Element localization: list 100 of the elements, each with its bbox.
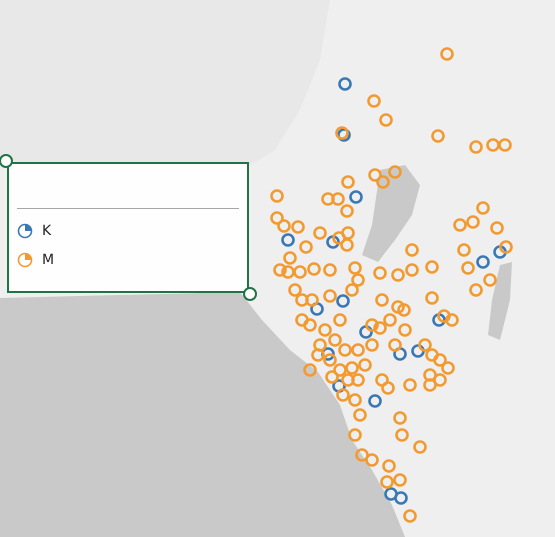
map-marker <box>490 221 504 235</box>
map-marker <box>341 175 355 189</box>
map-marker <box>359 325 373 339</box>
map-marker <box>328 333 342 347</box>
map-marker <box>367 94 381 108</box>
map-marker <box>277 219 291 233</box>
map-marker <box>341 373 355 387</box>
map-marker <box>381 381 395 395</box>
map-marker <box>348 393 362 407</box>
map-marker <box>413 440 427 454</box>
map-marker <box>325 370 339 384</box>
map-marker <box>351 273 365 287</box>
map-marker <box>270 189 284 203</box>
map-marker <box>383 313 397 327</box>
map-marker <box>332 231 346 245</box>
map-marker <box>380 475 394 489</box>
map-marker <box>398 323 412 337</box>
map-marker <box>466 215 480 229</box>
map-marker <box>393 411 407 425</box>
map-marker <box>431 129 445 143</box>
map-marker <box>338 77 352 91</box>
map-marker <box>353 408 367 422</box>
map-marker <box>321 347 335 361</box>
map-marker <box>457 243 471 257</box>
legend-label: K <box>42 222 52 238</box>
map-marker <box>323 263 337 277</box>
map-marker <box>273 263 287 277</box>
map-marker <box>336 388 350 402</box>
map-marker <box>345 283 359 297</box>
map-marker <box>469 283 483 297</box>
map-marker <box>432 313 446 327</box>
map-marker <box>303 363 317 377</box>
map-marker <box>270 211 284 225</box>
map-marker <box>433 353 447 367</box>
map-marker <box>305 293 319 307</box>
map-marker <box>493 245 507 259</box>
map-marker <box>395 428 409 442</box>
map-marker <box>393 473 407 487</box>
map-marker <box>283 251 297 265</box>
map-marker <box>375 293 389 307</box>
map-marker <box>288 283 302 297</box>
map-marker <box>311 348 325 362</box>
map-marker <box>425 260 439 274</box>
map-marker <box>340 204 354 218</box>
map-marker <box>299 240 313 254</box>
map-marker <box>358 358 372 372</box>
map-marker <box>310 302 324 316</box>
map-marker <box>293 265 307 279</box>
map-marker <box>445 313 459 327</box>
map-marker <box>405 263 419 277</box>
map-marker <box>405 243 419 257</box>
map-marker <box>345 361 359 375</box>
map-marker <box>281 233 295 247</box>
map-marker <box>418 338 432 352</box>
map-marker <box>333 363 347 377</box>
map-marker <box>326 235 340 249</box>
map-marker <box>323 289 337 303</box>
map-marker <box>365 318 379 332</box>
map-marker <box>373 266 387 280</box>
map-marker <box>355 448 369 462</box>
map-marker <box>486 138 500 152</box>
map-marker <box>476 201 490 215</box>
map-marker <box>425 291 439 305</box>
map-marker <box>348 428 362 442</box>
map-marker <box>384 487 398 501</box>
map-marker <box>313 226 327 240</box>
map-marker <box>348 261 362 275</box>
map-marker <box>323 353 337 367</box>
map-marker <box>368 168 382 182</box>
map-marker <box>351 343 365 357</box>
map-marker <box>307 262 321 276</box>
map-marker <box>321 192 335 206</box>
legend-label: M <box>42 252 54 268</box>
map-marker <box>440 47 454 61</box>
map-marker <box>476 255 490 269</box>
map-marker <box>333 313 347 327</box>
map-marker <box>338 343 352 357</box>
map-marker <box>376 175 390 189</box>
map-marker <box>411 344 425 358</box>
map-marker <box>499 240 513 254</box>
map-marker <box>349 190 363 204</box>
map-marker <box>379 113 393 127</box>
map-marker <box>295 313 309 327</box>
map-marker <box>423 368 437 382</box>
map-marker <box>303 318 317 332</box>
map-marker <box>332 379 346 393</box>
map-marker <box>483 273 497 287</box>
map-marker <box>394 491 408 505</box>
map-marker <box>368 394 382 408</box>
map-marker <box>291 220 305 234</box>
map-marker <box>375 373 389 387</box>
map-marker <box>331 192 345 206</box>
legend-panel[interactable]: K M <box>7 162 249 293</box>
map-marker <box>461 261 475 275</box>
map-marker <box>388 165 402 179</box>
map-marker <box>365 338 379 352</box>
map-marker <box>441 361 455 375</box>
map-marker <box>498 138 512 152</box>
map-marker <box>340 238 354 252</box>
map-marker <box>397 303 411 317</box>
